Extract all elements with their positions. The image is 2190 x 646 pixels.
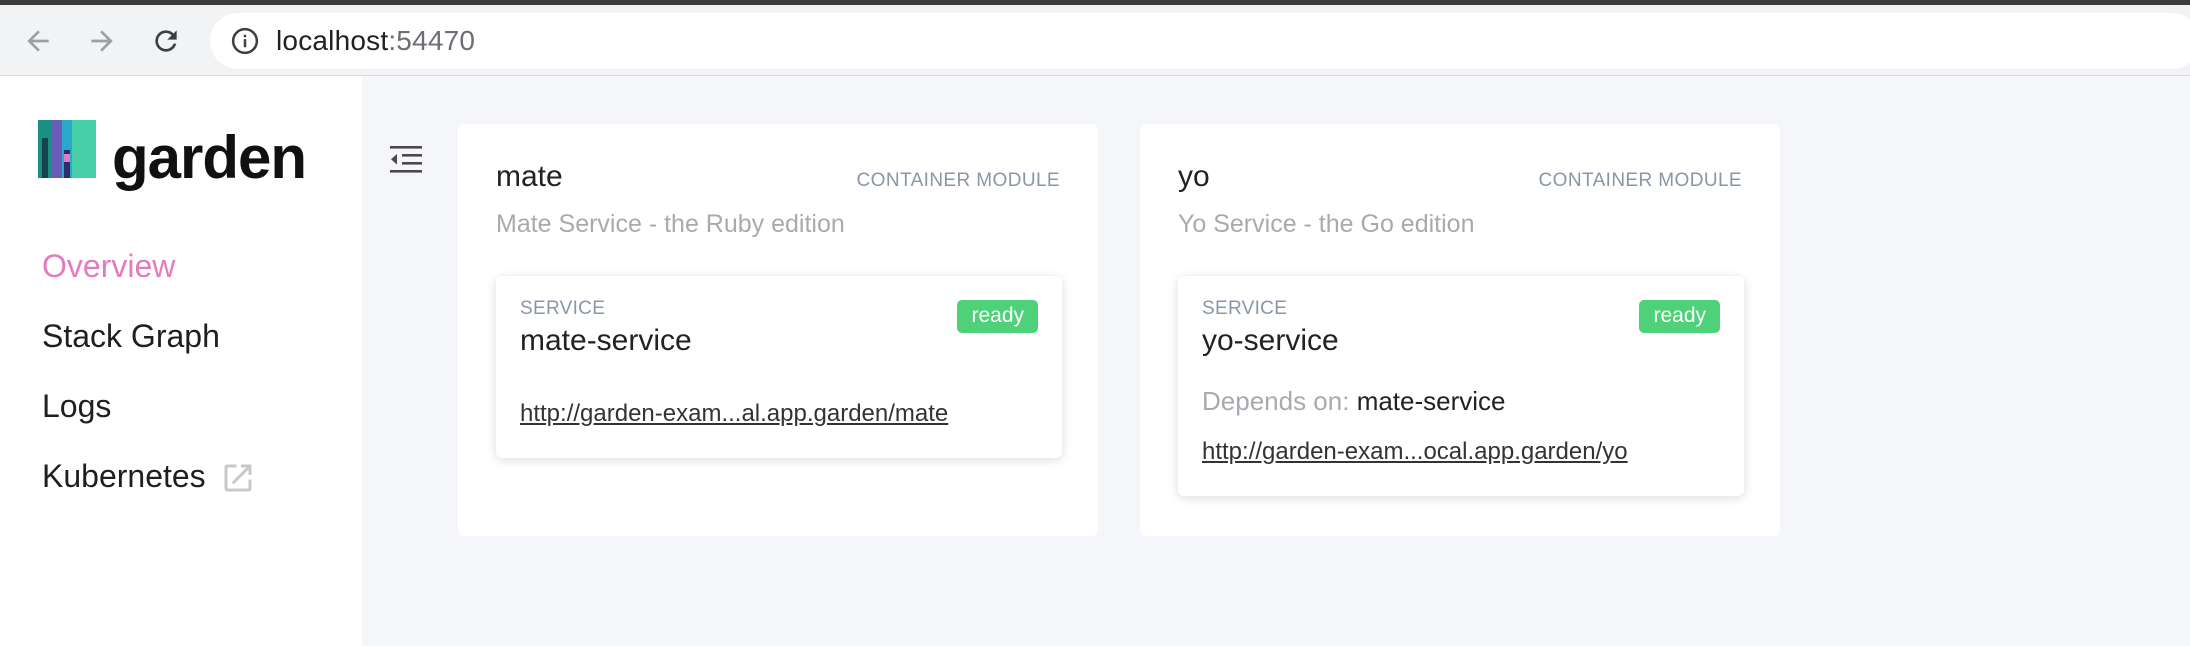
- garden-logo-mark: [38, 120, 96, 178]
- reload-icon: [155, 30, 177, 52]
- collapse-sidebar-button[interactable]: [386, 140, 426, 180]
- sidebar-item-logs[interactable]: Logs: [42, 388, 256, 458]
- url-port: :54470: [388, 25, 476, 56]
- service-ingress-link[interactable]: http://garden-exam...ocal.app.garden/yo: [1202, 438, 1628, 466]
- back-button[interactable]: [20, 23, 56, 59]
- service-card: SERVICE yo-service ready Depends on: mat…: [1178, 276, 1744, 496]
- status-badge: ready: [957, 300, 1038, 333]
- sidebar: garden Overview Stack Graph Logs Kuberne…: [0, 76, 362, 646]
- address-bar[interactable]: localhost:54470: [210, 13, 2190, 69]
- url-host: localhost: [276, 25, 389, 56]
- logo-text: garden: [112, 124, 307, 191]
- browser-toolbar: localhost:54470: [0, 0, 2190, 76]
- reload-button[interactable]: [148, 23, 184, 59]
- sidebar-item-label: Kubernetes: [42, 458, 206, 494]
- module-description: Mate Service - the Ruby edition: [496, 210, 845, 238]
- sidebar-item-overview[interactable]: Overview: [42, 248, 256, 318]
- collapse-menu-icon: [390, 146, 422, 173]
- arrow-left-icon: [27, 30, 49, 52]
- url-text: localhost:54470: [276, 25, 475, 57]
- module-card-mate: mate CONTAINER MODULE Mate Service - the…: [458, 124, 1098, 536]
- module-description: Yo Service - the Go edition: [1178, 210, 1475, 238]
- sidebar-nav: Overview Stack Graph Logs Kubernetes: [42, 248, 256, 528]
- sidebar-item-label: Stack Graph: [42, 318, 220, 354]
- status-badge: ready: [1639, 300, 1720, 333]
- arrow-right-icon: [91, 30, 113, 52]
- module-name: mate: [496, 160, 563, 193]
- dependency-name: mate-service: [1356, 386, 1506, 416]
- module-type: CONTAINER MODULE: [1538, 170, 1742, 191]
- module-name: yo: [1178, 160, 1210, 193]
- sidebar-item-label: Overview: [42, 248, 176, 284]
- service-name: yo-service: [1202, 324, 1339, 357]
- service-label: SERVICE: [520, 298, 606, 319]
- forward-button[interactable]: [84, 23, 120, 59]
- sidebar-item-label: Logs: [42, 388, 112, 424]
- module-type: CONTAINER MODULE: [856, 170, 1060, 191]
- service-card: SERVICE mate-service ready http://garden…: [496, 276, 1062, 458]
- service-ingress-link[interactable]: http://garden-exam...al.app.garden/mate: [520, 400, 948, 428]
- service-label: SERVICE: [1202, 298, 1288, 319]
- external-link-icon: [224, 464, 252, 492]
- depends-on: Depends on: mate-service: [1202, 386, 1506, 417]
- service-name: mate-service: [520, 324, 692, 357]
- garden-logo[interactable]: garden: [38, 120, 307, 188]
- sidebar-item-stack-graph[interactable]: Stack Graph: [42, 318, 256, 388]
- info-icon[interactable]: [230, 26, 260, 56]
- sidebar-item-kubernetes[interactable]: Kubernetes: [42, 458, 256, 528]
- module-card-yo: yo CONTAINER MODULE Yo Service - the Go …: [1140, 124, 1780, 536]
- depends-label: Depends on:: [1202, 386, 1350, 416]
